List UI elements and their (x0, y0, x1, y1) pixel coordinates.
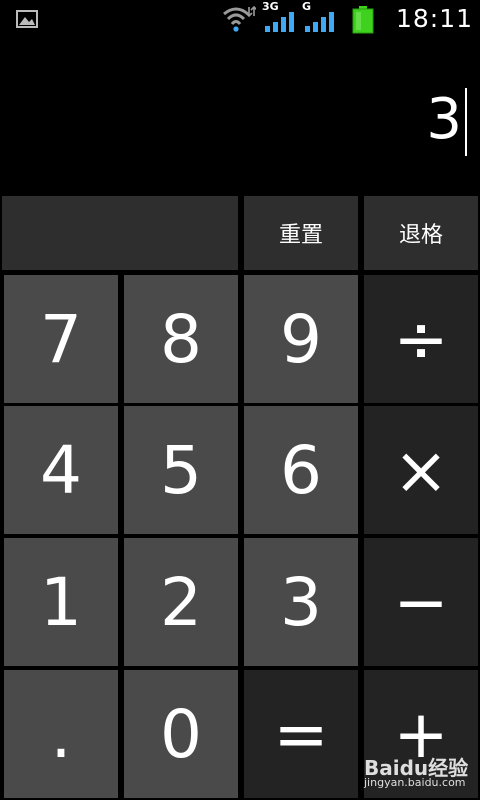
key-8[interactable]: 8 (124, 275, 238, 403)
key-3[interactable]: 3 (244, 538, 358, 666)
key-1[interactable]: 1 (4, 538, 118, 666)
key-6[interactable]: 6 (244, 406, 358, 534)
wifi-icon (223, 5, 256, 32)
key-7[interactable]: 7 (4, 275, 118, 403)
status-bar: 3G G 18:11 (0, 0, 480, 38)
signal-3g-icon: 3G (262, 0, 300, 32)
key-9[interactable]: 9 (244, 275, 358, 403)
multiply-button[interactable]: × (364, 406, 478, 534)
gallery-notification-icon (16, 10, 38, 28)
status-clock: 18:11 (396, 4, 474, 33)
display-value: 3 (426, 87, 462, 152)
divide-button[interactable]: ÷ (364, 275, 478, 403)
function-row-blank (2, 196, 238, 270)
reset-button[interactable]: 重置 (244, 196, 358, 270)
key-0[interactable]: 0 (124, 670, 238, 798)
backspace-button[interactable]: 退格 (364, 196, 478, 270)
signal-g-icon: G (302, 0, 340, 32)
key-4[interactable]: 4 (4, 406, 118, 534)
decimal-point-button[interactable]: . (4, 670, 118, 798)
watermark-url: jingyan.baidu.com (364, 776, 466, 789)
equals-button[interactable]: = (244, 670, 358, 798)
calculator-display[interactable]: 3 (0, 38, 480, 194)
minus-button[interactable]: − (364, 538, 478, 666)
text-cursor (465, 88, 467, 156)
battery-icon (352, 6, 374, 34)
key-5[interactable]: 5 (124, 406, 238, 534)
key-2[interactable]: 2 (124, 538, 238, 666)
baidu-watermark: Baidu经验 jingyan.baidu.com (362, 746, 480, 796)
